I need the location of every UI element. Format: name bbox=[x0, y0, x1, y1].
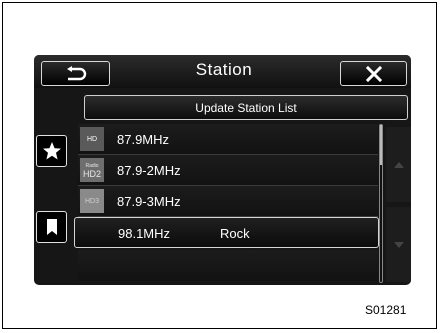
scroll-up-button[interactable] bbox=[386, 127, 411, 202]
bookmark-button[interactable] bbox=[36, 211, 67, 243]
station-row[interactable]: HD3 87.9-3MHz bbox=[78, 186, 378, 217]
update-station-list-button[interactable]: Update Station List bbox=[84, 95, 408, 120]
empty-row bbox=[78, 250, 378, 281]
scroll-thumb[interactable] bbox=[380, 125, 382, 165]
figure-caption: S01281 bbox=[365, 303, 407, 317]
close-button[interactable] bbox=[340, 61, 407, 86]
favorite-button[interactable] bbox=[36, 135, 67, 167]
station-row[interactable]: Radio HD2 87.9-2MHz bbox=[78, 155, 378, 186]
station-frequency: 87.9-2MHz bbox=[117, 163, 181, 178]
scroll-up-arrow-icon bbox=[393, 161, 404, 168]
scroll-down-button[interactable] bbox=[386, 207, 411, 282]
hd2-radio-logo: Radio HD2 bbox=[80, 158, 104, 182]
page-title: Station bbox=[195, 60, 253, 79]
station-frequency: 87.9MHz bbox=[117, 132, 170, 147]
station-genre: Rock bbox=[220, 226, 250, 241]
station-frequency: 87.9-3MHz bbox=[117, 194, 181, 209]
scroll-down-arrow-icon bbox=[393, 241, 404, 248]
station-row-selected[interactable]: 98.1MHz Rock bbox=[74, 217, 379, 248]
station-list: HD 87.9MHz Radio HD2 87.9-2MHz HD3 87.9-… bbox=[74, 124, 379, 284]
close-x-icon bbox=[365, 65, 382, 82]
hd-radio-logo: HD bbox=[80, 127, 104, 151]
hd3-radio-logo: HD3 bbox=[80, 189, 104, 213]
bookmark-icon bbox=[46, 219, 57, 235]
hd3-logo-text: HD3 bbox=[84, 197, 99, 205]
station-frequency: 98.1MHz bbox=[118, 226, 171, 241]
scrollbar[interactable] bbox=[379, 124, 383, 283]
back-button[interactable] bbox=[41, 61, 110, 86]
hd2-logo-text: HD2 bbox=[82, 169, 101, 179]
hd-logo-text: HD bbox=[86, 135, 98, 143]
star-icon bbox=[42, 142, 61, 160]
station-row[interactable]: HD 87.9MHz bbox=[78, 124, 378, 155]
back-return-icon bbox=[66, 65, 86, 80]
top-bar: Station bbox=[34, 55, 411, 88]
station-screen: Station Update Station List HD 87.9MHz R… bbox=[34, 55, 411, 285]
